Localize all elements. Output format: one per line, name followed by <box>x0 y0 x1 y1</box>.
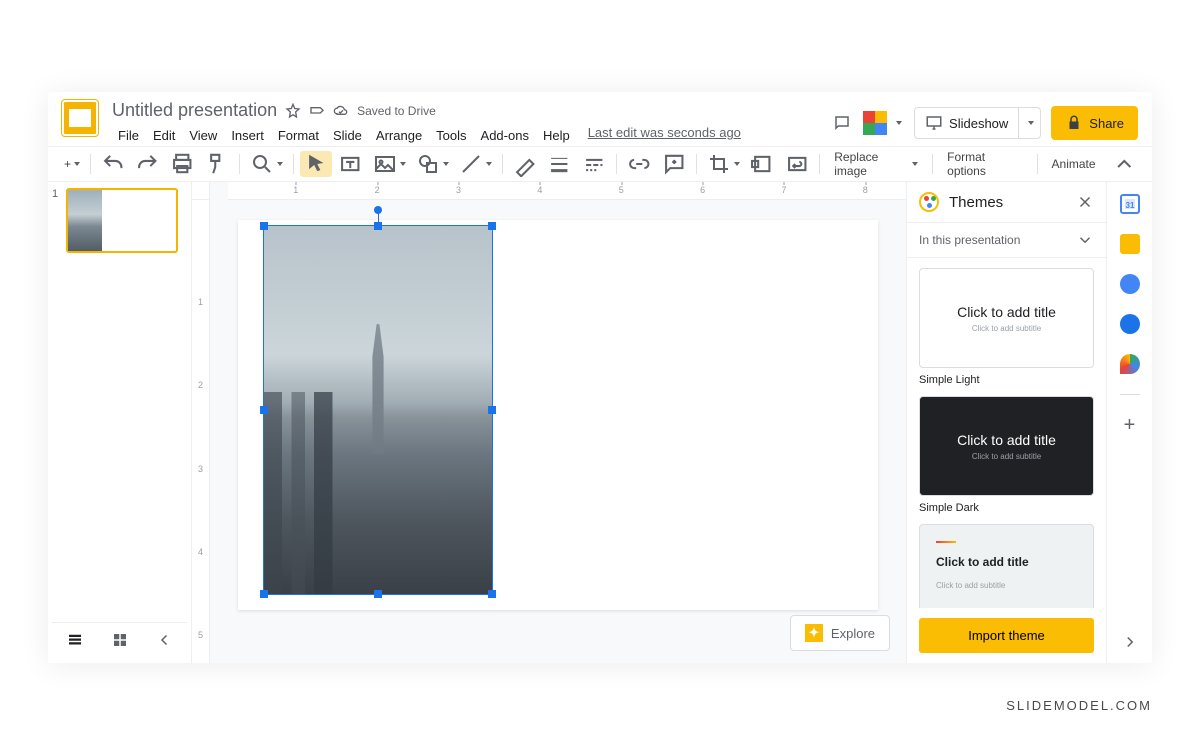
menu-tools[interactable]: Tools <box>430 125 472 146</box>
star-icon[interactable] <box>285 103 301 119</box>
share-button[interactable]: Share <box>1051 106 1138 140</box>
themes-title: Themes <box>949 194 1066 211</box>
themes-panel: Themes In this presentation Click to add… <box>906 182 1106 663</box>
border-color-button[interactable] <box>509 151 542 177</box>
explore-icon: ✦ <box>805 624 823 642</box>
menu-insert[interactable]: Insert <box>225 125 270 146</box>
slide-number: 1 <box>52 188 62 253</box>
line-tool[interactable] <box>455 151 496 177</box>
resize-handle-w[interactable] <box>260 406 268 414</box>
resize-handle-e[interactable] <box>488 406 496 414</box>
crop-button[interactable] <box>703 151 744 177</box>
slide-thumbnail[interactable] <box>66 188 178 253</box>
canvas-area: 12345678 12345 <box>192 182 906 663</box>
slideshow-button[interactable]: Slideshow <box>914 107 1019 139</box>
chevron-left-icon[interactable] <box>156 631 174 649</box>
theme-simple-dark[interactable]: Click to add title Click to add subtitle <box>919 396 1094 496</box>
document-title[interactable]: Untitled presentation <box>112 100 277 121</box>
undo-button[interactable] <box>97 151 130 177</box>
new-slide-button[interactable]: + <box>60 151 84 177</box>
meet-button[interactable] <box>861 109 904 137</box>
image-content <box>264 226 492 594</box>
themes-scope-dropdown[interactable]: In this presentation <box>907 222 1106 258</box>
chevron-right-icon[interactable] <box>1121 633 1139 651</box>
selected-image[interactable] <box>263 225 493 595</box>
contacts-icon[interactable] <box>1120 314 1140 334</box>
vertical-ruler: 12345 <box>192 200 210 663</box>
menu-format[interactable]: Format <box>272 125 325 146</box>
comment-button[interactable] <box>658 151 691 177</box>
toolbar: + Replace image Format options Animate <box>48 146 1152 182</box>
border-weight-button[interactable] <box>543 151 576 177</box>
calendar-icon[interactable]: 31 <box>1120 194 1140 214</box>
format-options-button[interactable]: Format options <box>939 151 1030 177</box>
image-tool[interactable] <box>369 151 410 177</box>
resize-handle-se[interactable] <box>488 590 496 598</box>
menu-slide[interactable]: Slide <box>327 125 368 146</box>
animate-button[interactable]: Animate <box>1044 151 1104 177</box>
resize-handle-nw[interactable] <box>260 222 268 230</box>
textbox-tool[interactable] <box>334 151 367 177</box>
resize-handle-s[interactable] <box>374 590 382 598</box>
link-button[interactable] <box>623 151 656 177</box>
paint-format-button[interactable] <box>200 151 233 177</box>
title-bar: Untitled presentation Saved to Drive Fil… <box>48 92 1152 146</box>
resize-handle-ne[interactable] <box>488 222 496 230</box>
theme-simple-light[interactable]: Click to add title Click to add subtitle <box>919 268 1094 368</box>
horizontal-ruler: 12345678 <box>228 182 906 200</box>
watermark: SLIDEMODEL.COM <box>1006 698 1152 713</box>
slideshow-dropdown[interactable] <box>1019 107 1041 139</box>
tasks-icon[interactable] <box>1120 274 1140 294</box>
slideshow-label: Slideshow <box>949 116 1008 131</box>
menu-arrange[interactable]: Arrange <box>370 125 428 146</box>
print-button[interactable] <box>166 151 199 177</box>
theme-streamline[interactable]: Click to add title Click to add subtitle <box>919 524 1094 608</box>
import-theme-button[interactable]: Import theme <box>919 618 1094 653</box>
rotate-handle[interactable] <box>374 206 382 214</box>
mask-button[interactable] <box>746 151 779 177</box>
theme-name: Simple Light <box>919 374 1094 386</box>
keep-icon[interactable] <box>1120 234 1140 254</box>
add-addon-icon[interactable]: + <box>1120 415 1140 435</box>
grid-view-icon[interactable] <box>111 631 129 649</box>
resize-handle-sw[interactable] <box>260 590 268 598</box>
border-dash-button[interactable] <box>578 151 611 177</box>
menu-addons[interactable]: Add-ons <box>475 125 535 146</box>
lock-icon <box>1065 114 1083 132</box>
slide-canvas[interactable] <box>238 220 878 610</box>
slide-filmstrip: 1 <box>48 182 192 663</box>
present-icon <box>925 114 943 132</box>
resize-handle-n[interactable] <box>374 222 382 230</box>
menu-file[interactable]: File <box>112 125 145 146</box>
menu-view[interactable]: View <box>183 125 223 146</box>
app-shell: Untitled presentation Saved to Drive Fil… <box>48 92 1152 663</box>
select-tool[interactable] <box>300 151 333 177</box>
replace-image-button[interactable]: Replace image <box>826 151 926 177</box>
menu-edit[interactable]: Edit <box>147 125 181 146</box>
collapse-toolbar-button[interactable] <box>1108 151 1141 177</box>
theme-name: Simple Dark <box>919 502 1094 514</box>
share-label: Share <box>1089 116 1124 131</box>
menu-help[interactable]: Help <box>537 125 576 146</box>
close-icon[interactable] <box>1076 193 1094 211</box>
slides-logo-icon[interactable] <box>62 100 98 136</box>
cloud-icon <box>333 103 349 119</box>
reset-image-button[interactable] <box>781 151 814 177</box>
side-panel-rail: 31 + <box>1106 182 1152 663</box>
menu-bar: File Edit View Insert Format Slide Arran… <box>112 125 833 146</box>
zoom-button[interactable] <box>246 151 287 177</box>
explore-label: Explore <box>831 626 875 641</box>
comments-icon[interactable] <box>833 114 851 132</box>
move-icon[interactable] <box>309 103 325 119</box>
last-edit-link[interactable]: Last edit was seconds ago <box>588 125 741 146</box>
explore-button[interactable]: ✦ Explore <box>790 615 890 651</box>
thumbnail-image <box>68 190 102 251</box>
shape-tool[interactable] <box>412 151 453 177</box>
maps-icon[interactable] <box>1120 354 1140 374</box>
filmstrip-view-icon[interactable] <box>66 631 84 649</box>
save-status: Saved to Drive <box>357 104 436 118</box>
palette-icon <box>919 192 939 212</box>
redo-button[interactable] <box>131 151 164 177</box>
chevron-down-icon <box>1076 231 1094 249</box>
